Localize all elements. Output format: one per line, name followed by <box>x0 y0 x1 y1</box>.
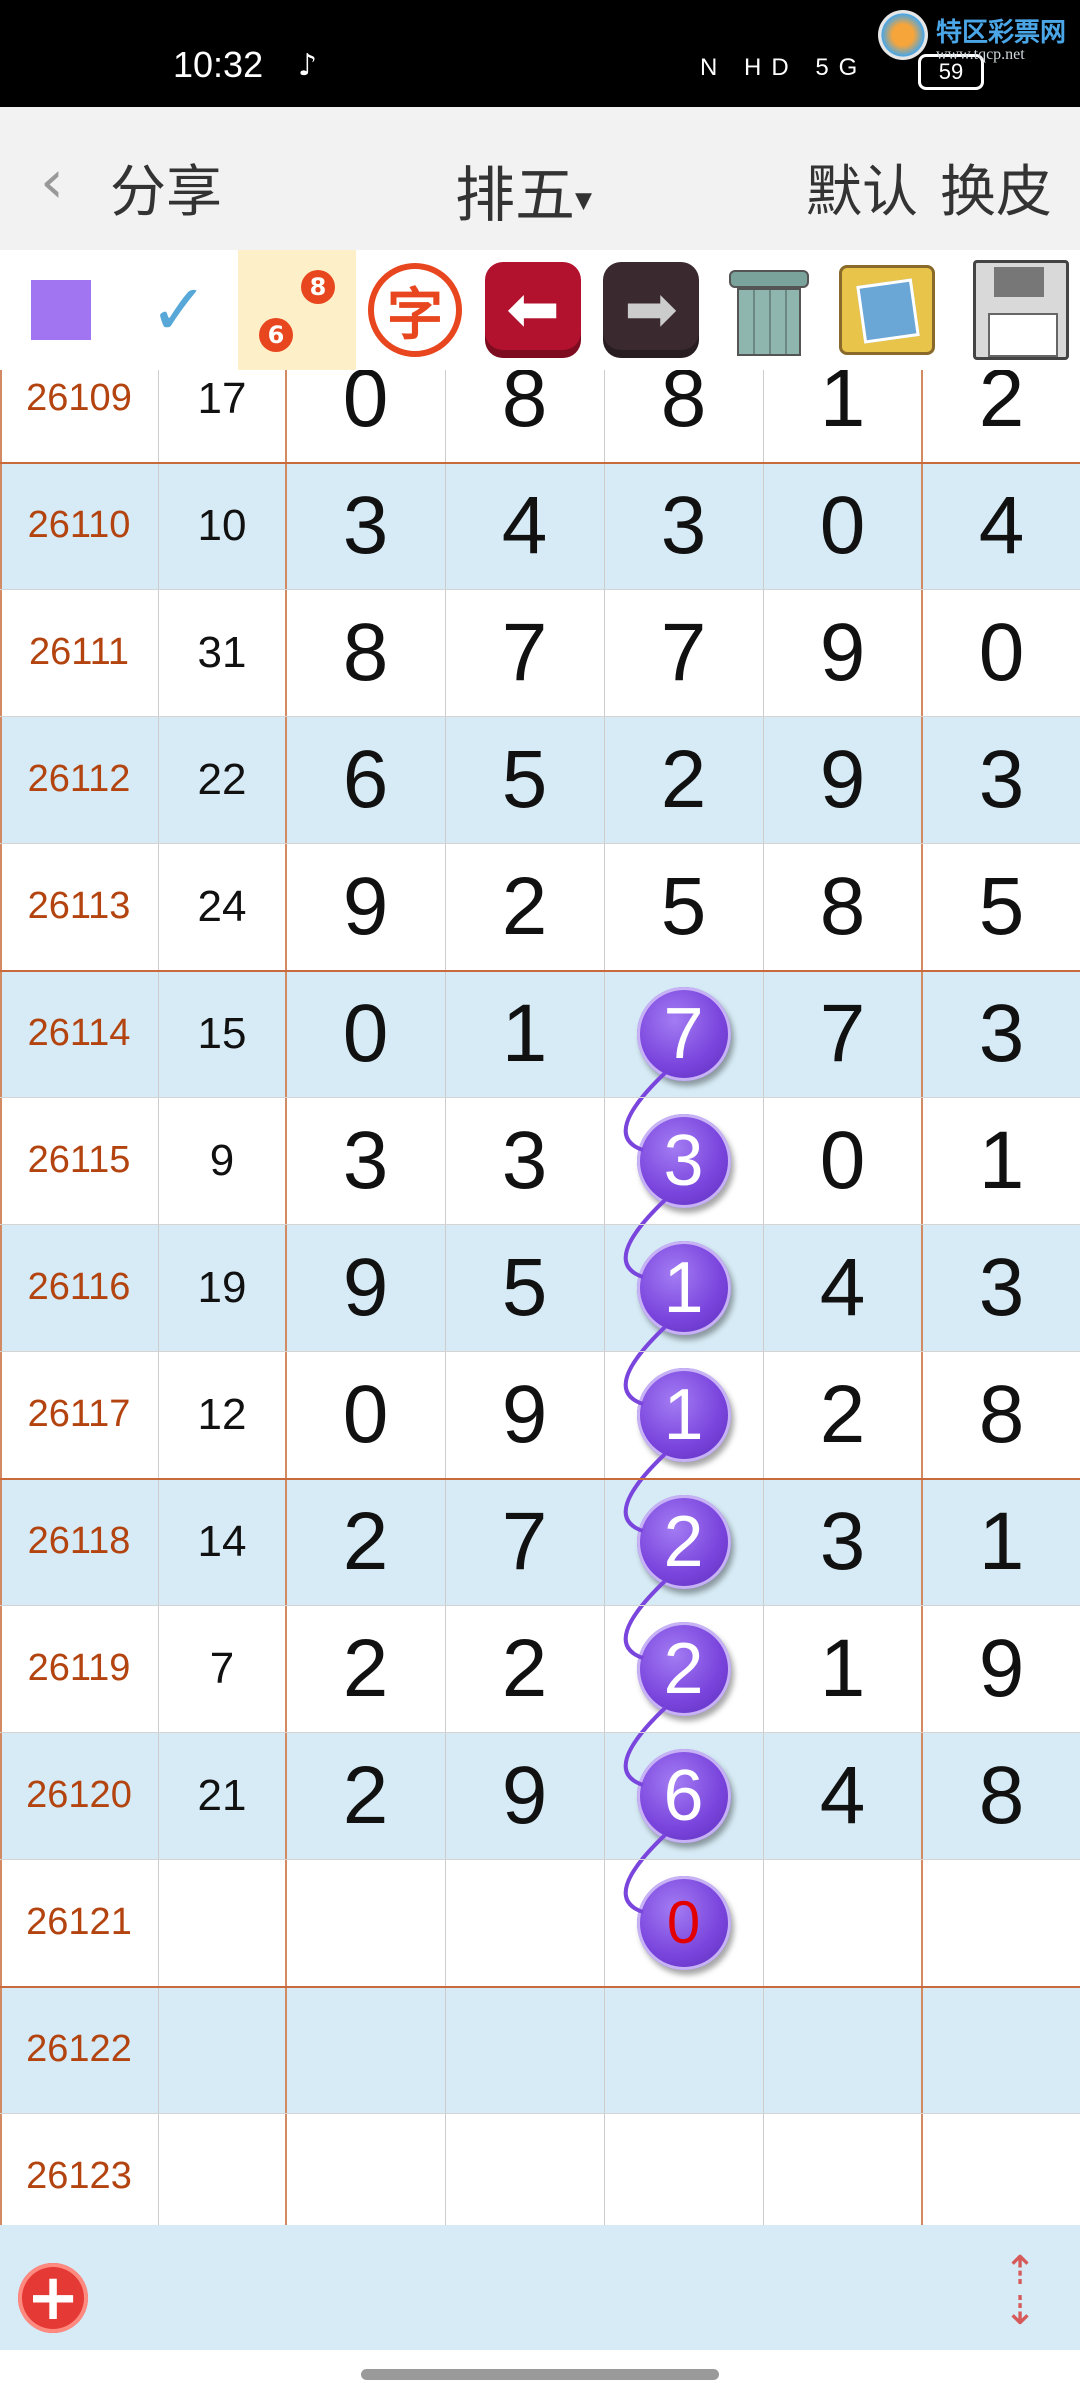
trend-connector-line <box>623 1579 667 1660</box>
color-square-icon <box>31 280 91 340</box>
link-tool-button[interactable]: 8 6 <box>238 250 356 370</box>
arrow-right-icon: ➡ <box>603 262 699 358</box>
tiktok-icon: ♪ <box>298 48 318 83</box>
text-char-icon: 字 <box>368 263 462 357</box>
pen-tool-button[interactable]: ✓ <box>120 250 238 370</box>
default-button[interactable]: 默认 <box>806 147 918 228</box>
bottom-bar: + ⇡ ⇣ <box>0 2225 1080 2350</box>
trend-connector-line <box>623 1071 667 1152</box>
redo-button[interactable]: ➡ <box>592 250 710 370</box>
photos-icon <box>839 265 935 355</box>
page-title: 排五 <box>455 161 575 231</box>
gallery-button[interactable] <box>828 250 946 370</box>
row-divider <box>0 1097 1080 1098</box>
trend-connectors <box>623 1071 667 1914</box>
arrow-left-icon: ⬅ <box>485 262 581 358</box>
row-divider <box>0 1351 1080 1352</box>
watermark-url: www.tqcp.net <box>936 46 1025 63</box>
trend-connector-line <box>623 1325 667 1406</box>
save-button[interactable] <box>962 250 1080 370</box>
link-number-bottom: 6 <box>259 318 293 352</box>
plus-circle-icon[interactable]: + <box>18 2263 88 2333</box>
status-time: 10:32 <box>173 44 264 85</box>
row-divider <box>0 1478 1080 1480</box>
watermark-logo-icon <box>878 10 928 60</box>
nav-bar: ‹ 分享 排五▾ 默认 换皮 <box>0 107 1080 250</box>
trash-icon <box>729 262 809 358</box>
text-tool-button[interactable]: 字 <box>356 250 474 370</box>
change-skin-button[interactable]: 换皮 <box>940 147 1052 228</box>
row-divider <box>0 1732 1080 1733</box>
chevron-left-icon[interactable]: ‹ <box>40 147 64 217</box>
save-icon <box>973 260 1069 360</box>
row-divider <box>0 843 1080 844</box>
trend-connector-line <box>623 1833 667 1914</box>
share-button[interactable]: 分享 <box>110 147 222 228</box>
row-divider <box>0 2113 1080 2114</box>
status-bar: 10:32 ♪ N HD 5G 59 特区彩票网 www.tqcp.net <box>0 0 1080 107</box>
row-divider <box>0 1605 1080 1606</box>
watermark-title: 特区彩票网 <box>936 18 1067 48</box>
row-divider <box>0 589 1080 590</box>
row-divider <box>0 1224 1080 1225</box>
trend-connector-line <box>623 1706 667 1787</box>
row-divider <box>0 716 1080 717</box>
caret-down-icon: ▾ <box>575 179 593 220</box>
pen-check-icon: ✓ <box>149 269 209 351</box>
row-divider <box>0 970 1080 972</box>
toolbar: ✓ 8 6 字 ⬅ ➡ <box>0 250 1080 370</box>
trend-connector-line <box>623 1452 667 1533</box>
status-indicators: N HD 5G <box>700 54 868 81</box>
row-divider <box>0 1986 1080 1988</box>
results-table: 26109 17 0 8 8 1 2 26110 10 3 4 3 0 4 26111 31 8 7 7 9 0 2611… <box>0 370 1080 2225</box>
lottery-type-dropdown[interactable]: 排五▾ <box>455 147 592 234</box>
home-indicator[interactable] <box>361 2369 719 2380</box>
link-numbers-icon: 8 6 <box>249 260 345 360</box>
color-picker-button[interactable] <box>2 250 120 370</box>
trend-connector-line <box>623 1198 667 1279</box>
undo-button[interactable]: ⬅ <box>474 250 592 370</box>
delete-button[interactable] <box>710 250 828 370</box>
link-number-top: 8 <box>301 270 335 304</box>
expand-vertical-icon[interactable]: ⇡ ⇣ <box>992 2251 1048 2335</box>
row-divider <box>0 462 1080 464</box>
row-divider <box>0 1859 1080 1860</box>
